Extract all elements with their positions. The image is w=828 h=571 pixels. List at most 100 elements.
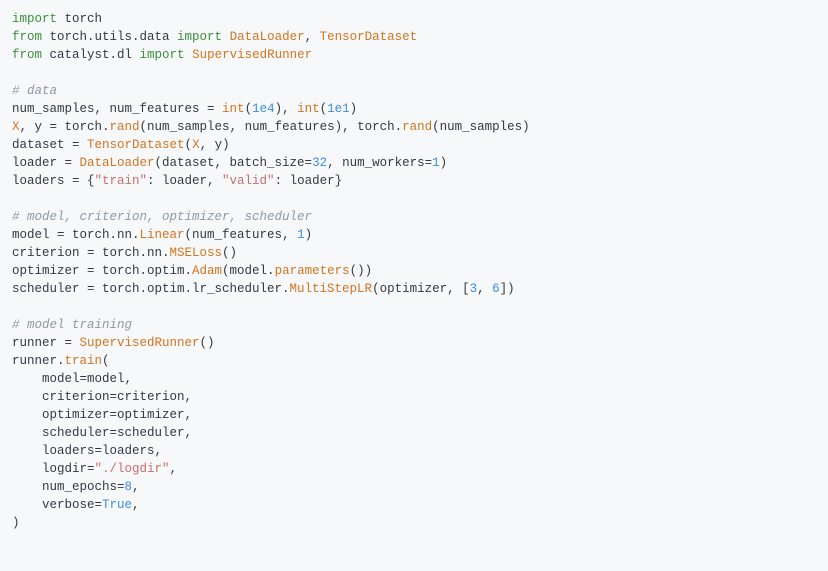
code-token: logdir= bbox=[12, 462, 95, 476]
code-token: : loader, bbox=[147, 174, 222, 188]
code-token: parameters bbox=[275, 264, 350, 278]
code-token: # model, criterion, optimizer, scheduler bbox=[12, 210, 312, 224]
code-line: # model training bbox=[12, 318, 132, 332]
code-token: scheduler=scheduler, bbox=[12, 426, 192, 440]
code-line: logdir="./logdir", bbox=[12, 462, 177, 476]
code-token: X bbox=[192, 138, 200, 152]
code-content: import torch from torch.utils.data impor… bbox=[12, 12, 530, 530]
code-token: ) bbox=[350, 102, 358, 116]
code-token: optimizer = torch.optim. bbox=[12, 264, 192, 278]
code-token: DataLoader bbox=[230, 30, 305, 44]
code-token: 1e4 bbox=[252, 102, 275, 116]
code-line: criterion = torch.nn.MSELoss() bbox=[12, 246, 237, 260]
code-line: from catalyst.dl import SupervisedRunner bbox=[12, 48, 312, 62]
code-token: ( bbox=[102, 354, 110, 368]
code-token: , bbox=[170, 462, 178, 476]
code-token: (num_samples, num_features), torch. bbox=[140, 120, 403, 134]
code-token: DataLoader bbox=[80, 156, 155, 170]
code-token: loaders = { bbox=[12, 174, 95, 188]
code-token: "./logdir" bbox=[95, 462, 170, 476]
code-token: rand bbox=[110, 120, 140, 134]
code-line: from torch.utils.data import DataLoader,… bbox=[12, 30, 417, 44]
code-line: optimizer = torch.optim.Adam(model.param… bbox=[12, 264, 372, 278]
code-token: # data bbox=[12, 84, 57, 98]
code-token: Adam bbox=[192, 264, 222, 278]
code-token: , bbox=[305, 30, 320, 44]
code-token: , bbox=[132, 498, 140, 512]
code-token: dataset = bbox=[12, 138, 87, 152]
code-line: num_epochs=8, bbox=[12, 480, 140, 494]
code-token: from bbox=[12, 48, 42, 62]
code-token: torch bbox=[57, 12, 102, 26]
code-token: 1 bbox=[297, 228, 305, 242]
code-token: ) bbox=[440, 156, 448, 170]
code-token: (num_features, bbox=[185, 228, 298, 242]
code-token: model = torch.nn. bbox=[12, 228, 140, 242]
code-token: "valid" bbox=[222, 174, 275, 188]
code-token: train bbox=[65, 354, 103, 368]
code-token: Linear bbox=[140, 228, 185, 242]
code-line: ) bbox=[12, 516, 20, 530]
code-token: scheduler = torch.optim.lr_scheduler. bbox=[12, 282, 290, 296]
code-token: X bbox=[12, 120, 20, 134]
code-token: ) bbox=[305, 228, 313, 242]
code-line: loaders = {"train": loader, "valid": loa… bbox=[12, 174, 342, 188]
code-token: torch.utils.data bbox=[42, 30, 177, 44]
code-token: () bbox=[222, 246, 237, 260]
code-token: # model training bbox=[12, 318, 132, 332]
code-token: ( bbox=[245, 102, 253, 116]
code-token: MSELoss bbox=[170, 246, 223, 260]
code-token: catalyst.dl bbox=[42, 48, 140, 62]
code-token: ) bbox=[12, 516, 20, 530]
code-line: criterion=criterion, bbox=[12, 390, 192, 404]
code-token: verbose= bbox=[12, 498, 102, 512]
code-token: import bbox=[177, 30, 222, 44]
code-token: criterion = torch.nn. bbox=[12, 246, 170, 260]
code-token: (num_samples) bbox=[432, 120, 530, 134]
code-token: TensorDataset bbox=[87, 138, 185, 152]
code-token: 6 bbox=[492, 282, 500, 296]
code-token: "train" bbox=[95, 174, 148, 188]
code-line: # data bbox=[12, 84, 57, 98]
code-token bbox=[185, 48, 193, 62]
code-line: model=model, bbox=[12, 372, 132, 386]
code-token: (dataset, batch_size= bbox=[155, 156, 313, 170]
code-token: import bbox=[140, 48, 185, 62]
code-line: runner.train( bbox=[12, 354, 110, 368]
code-token: rand bbox=[402, 120, 432, 134]
code-token: model=model, bbox=[12, 372, 132, 386]
code-token: (optimizer, [ bbox=[372, 282, 470, 296]
code-token: int bbox=[297, 102, 320, 116]
code-token: (model. bbox=[222, 264, 275, 278]
code-line: # model, criterion, optimizer, scheduler bbox=[12, 210, 312, 224]
code-line: optimizer=optimizer, bbox=[12, 408, 192, 422]
code-line: num_samples, num_features = int(1e4), in… bbox=[12, 102, 357, 116]
code-line: scheduler = torch.optim.lr_scheduler.Mul… bbox=[12, 282, 515, 296]
code-line: model = torch.nn.Linear(num_features, 1) bbox=[12, 228, 312, 242]
code-token: runner = bbox=[12, 336, 80, 350]
code-token: , bbox=[477, 282, 492, 296]
code-token: num_samples, num_features = bbox=[12, 102, 222, 116]
code-line: X, y = torch.rand(num_samples, num_featu… bbox=[12, 120, 530, 134]
code-token: criterion=criterion, bbox=[12, 390, 192, 404]
code-token: SupervisedRunner bbox=[192, 48, 312, 62]
code-line: loaders=loaders, bbox=[12, 444, 162, 458]
code-token: int bbox=[222, 102, 245, 116]
code-token: , y) bbox=[200, 138, 230, 152]
code-token: , bbox=[132, 480, 140, 494]
code-token: 1 bbox=[432, 156, 440, 170]
code-token: 8 bbox=[125, 480, 133, 494]
code-token: ( bbox=[320, 102, 328, 116]
code-token: from bbox=[12, 30, 42, 44]
code-block: import torch from torch.utils.data impor… bbox=[12, 10, 816, 532]
code-token: , num_workers= bbox=[327, 156, 432, 170]
code-token: , y = torch. bbox=[20, 120, 110, 134]
code-line: dataset = TensorDataset(X, y) bbox=[12, 138, 230, 152]
code-token: ( bbox=[185, 138, 193, 152]
code-line: verbose=True, bbox=[12, 498, 140, 512]
code-token: import bbox=[12, 12, 57, 26]
code-line: import torch bbox=[12, 12, 102, 26]
code-token: runner. bbox=[12, 354, 65, 368]
code-line: runner = SupervisedRunner() bbox=[12, 336, 215, 350]
code-line: loader = DataLoader(dataset, batch_size=… bbox=[12, 156, 447, 170]
